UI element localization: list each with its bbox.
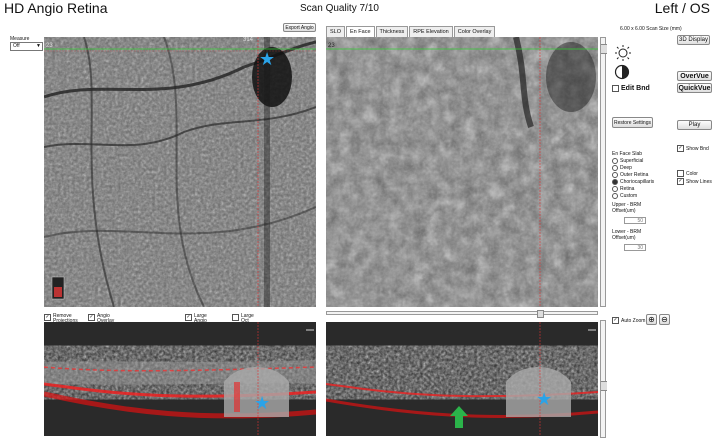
checkbox-checked[interactable]: ✓ (612, 317, 619, 324)
upper-offset-input[interactable]: 50 (624, 217, 646, 224)
slab-radio-group: Superficial Deep Outer Retina Choriocapi… (612, 157, 654, 199)
slab-option[interactable]: Deep (612, 164, 654, 171)
brightness-icon[interactable] (614, 44, 632, 62)
view-tabs: SLO En Face Thickness RPE Elevation Colo… (326, 26, 496, 37)
tab-rpe-elevation[interactable]: RPE Elevation (409, 26, 453, 37)
app-title: HD Angio Retina (4, 0, 108, 16)
edit-bnd-checkbox[interactable]: Edit Bnd (612, 85, 650, 92)
radio-button[interactable] (612, 157, 618, 164)
show-bnd-checkbox[interactable]: ✓ Show Bnd (677, 145, 709, 152)
star-marker-icon: ★ (259, 49, 276, 69)
enface-texture (326, 37, 598, 307)
tab-thickness[interactable]: Thickness (375, 26, 409, 37)
quickvue-button[interactable]: QuickVue (677, 83, 712, 93)
slab-option[interactable]: Outer Retina (612, 171, 654, 178)
structural-bscan[interactable]: ★ (326, 322, 598, 436)
slab-option-label: Retina (620, 185, 635, 192)
slab-option-label: Outer Retina (620, 171, 649, 178)
checkbox-checked[interactable]: ✓ (677, 178, 684, 185)
angio-bscan[interactable]: ★ (44, 322, 316, 436)
star-marker-icon: ★ (536, 389, 553, 409)
radio-button[interactable] (612, 164, 618, 171)
bscan-graphic (44, 322, 316, 436)
bscan-graphic (326, 322, 598, 436)
upper-offset-label: Upper - BRM Offset(um) (612, 202, 642, 214)
lower-offset-label: Lower - BRM Offset(um) (612, 229, 642, 241)
slab-option[interactable]: Choriocapillaris (612, 178, 654, 185)
checkbox-checked[interactable]: ✓ (88, 314, 95, 321)
overvue-button[interactable]: OverVue (677, 71, 712, 81)
angio-texture (44, 37, 316, 307)
checkbox-unchecked[interactable] (232, 314, 239, 321)
restore-settings-button[interactable]: Restore Settings (612, 117, 653, 128)
radio-button[interactable] (612, 185, 618, 192)
row-index-label: 23 (328, 43, 335, 49)
slab-option-label: Custom (620, 192, 638, 199)
slab-option-label: Superficial (620, 157, 644, 164)
tab-slo[interactable]: SLO (326, 26, 346, 37)
play-button[interactable]: Play (677, 120, 712, 130)
slab-option-label: Deep (620, 164, 632, 171)
show-lines-checkbox[interactable]: ✓ Show Lines (677, 178, 712, 185)
enface-vertical-slider[interactable] (600, 37, 607, 307)
chevron-down-icon: ▼ (36, 43, 41, 49)
auto-zoom-label: Auto Zoom (621, 317, 646, 324)
slab-option[interactable]: Retina (612, 185, 654, 192)
lower-offset-input[interactable]: 30 (624, 244, 646, 251)
enface-structural-image[interactable]: 23 (326, 37, 598, 307)
zoom-in-icon[interactable]: ⊕ (646, 314, 657, 325)
bscan-vertical-slider[interactable] (600, 320, 607, 438)
scan-size-label: 6.00 x 6.00 Scan Size (mm) (620, 26, 682, 32)
tab-color-overlay[interactable]: Color Overlay (453, 26, 496, 37)
color-label: Color (686, 170, 698, 177)
horizontal-slider[interactable] (326, 310, 598, 318)
zoom-out-icon[interactable]: ⊖ (659, 314, 670, 325)
export-angio-button[interactable]: Export Angio (283, 23, 316, 32)
checkbox-unchecked[interactable] (677, 170, 684, 177)
radio-button[interactable] (612, 192, 618, 199)
eye-label: Left / OS (654, 0, 710, 16)
checkbox-checked[interactable]: ✓ (185, 314, 192, 321)
radio-button[interactable] (612, 171, 618, 178)
measure-value: Off (13, 43, 20, 49)
measure-select[interactable]: Off ▼ (10, 42, 43, 51)
angio-enface-image[interactable]: 23 314 ★ (44, 37, 316, 307)
show-lines-label: Show Lines (686, 178, 712, 185)
color-checkbox[interactable]: Color (677, 170, 698, 177)
tab-en-face[interactable]: En Face (346, 26, 375, 37)
col-index-label: 314 (243, 37, 254, 43)
contrast-icon[interactable] (614, 64, 630, 80)
checkbox-checked[interactable]: ✓ (44, 314, 51, 321)
slider-thumb[interactable] (601, 44, 607, 54)
slider-thumb[interactable] (601, 381, 607, 391)
show-bnd-label: Show Bnd (686, 145, 709, 152)
auto-zoom-checkbox[interactable]: ✓ Auto Zoom (612, 317, 645, 324)
row-index-label: 23 (46, 43, 53, 49)
radio-button-selected[interactable] (612, 178, 618, 185)
slab-option[interactable]: Custom (612, 192, 654, 199)
checkbox-checked[interactable]: ✓ (677, 145, 684, 152)
slab-option-label: Choriocapillaris (620, 178, 655, 185)
checkbox-unchecked[interactable] (612, 85, 619, 92)
slab-option[interactable]: Superficial (612, 157, 654, 164)
star-marker-icon: ★ (254, 393, 271, 413)
3d-display-button[interactable]: 3D Display (677, 35, 710, 45)
scan-quality: Scan Quality 7/10 (300, 3, 379, 14)
edit-bnd-label: Edit Bnd (621, 85, 650, 92)
slider-thumb[interactable] (537, 310, 544, 318)
